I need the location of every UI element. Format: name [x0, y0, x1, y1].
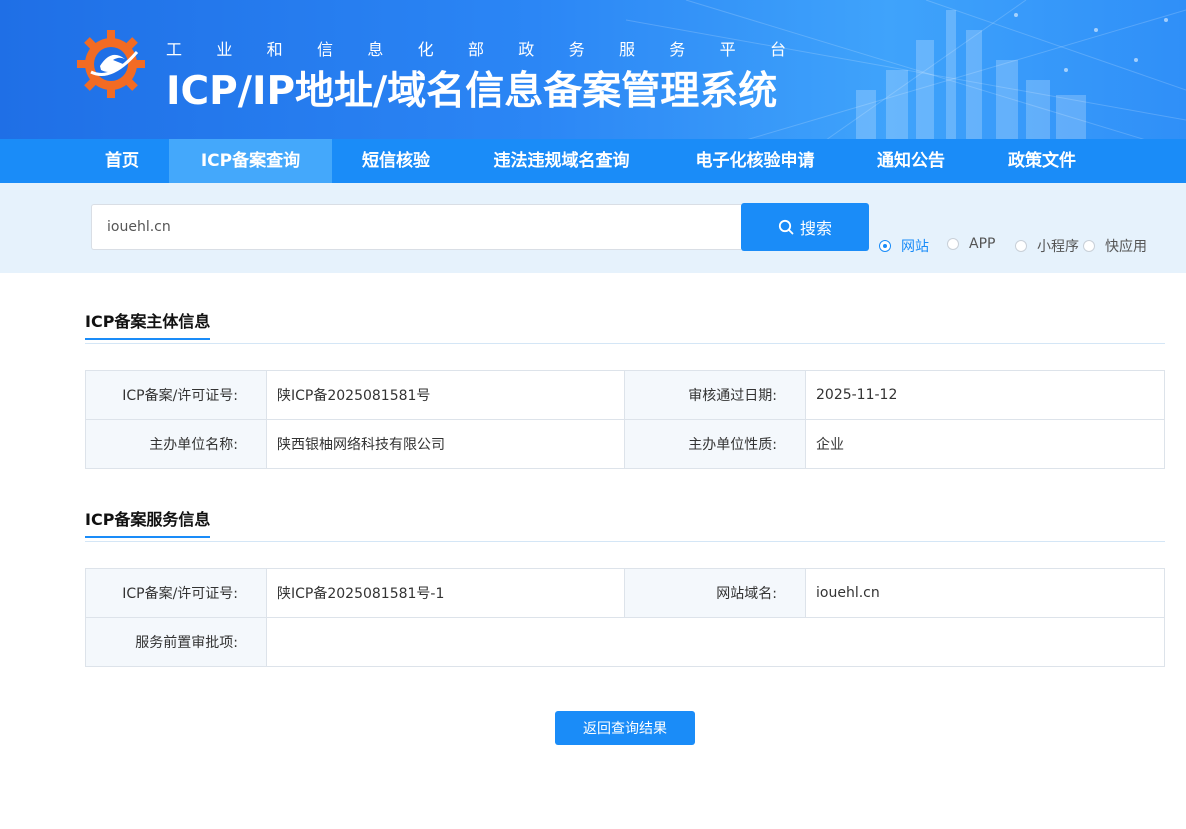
table-row: 主办单位名称: 陕西银柚网络科技有限公司 主办单位性质: 企业 [85, 419, 1165, 469]
search-input[interactable] [91, 204, 741, 250]
header-subtitle: 工 业 和 信 息 化 部 政 务 服 务 平 台 [166, 40, 786, 59]
license-key: ICP备案/许可证号: [85, 370, 267, 420]
miit-gear-logo [77, 30, 145, 98]
radio-unchecked-icon [947, 238, 959, 250]
org-name-value: 陕西银柚网络科技有限公司 [266, 419, 625, 469]
subject-section-divider [85, 343, 1165, 344]
domain-key: 网站域名: [624, 568, 806, 618]
subject-info-table: ICP备案/许可证号: 陕ICP备2025081581号 审核通过日期: 202… [85, 370, 1165, 469]
search-button-label: 搜索 [799, 219, 832, 238]
nav-electronic-verify[interactable]: 电子化核验申请 [663, 139, 847, 183]
nav-notices[interactable]: 通知公告 [847, 139, 975, 183]
org-name-key: 主办单位名称: [85, 419, 267, 469]
nav-policy-docs[interactable]: 政策文件 [975, 139, 1109, 183]
subject-section-title: ICP备案主体信息 [85, 308, 211, 340]
radio-unchecked-icon [1015, 240, 1027, 252]
search-band: 搜索 网站 APP 小程序 快应用 [0, 183, 1186, 273]
nav-sms-verify[interactable]: 短信核验 [332, 139, 460, 183]
back-to-results-button[interactable]: 返回查询结果 [555, 711, 695, 745]
radio-checked-icon [879, 240, 891, 252]
radio-app[interactable]: APP [947, 236, 995, 252]
service-section-title: ICP备案服务信息 [85, 506, 211, 538]
radio-app-label: APP [969, 236, 996, 252]
service-license-key: ICP备案/许可证号: [85, 568, 267, 618]
service-section-divider [85, 541, 1165, 542]
nav-illegal-domain-query[interactable]: 违法违规域名查询 [460, 139, 663, 183]
approval-date-value: 2025-11-12 [805, 370, 1165, 420]
main-nav: 首页 ICP备案查询 短信核验 违法违规域名查询 电子化核验申请 通知公告 政策… [0, 139, 1186, 183]
system-title: ICP/IP地址/域名信息备案管理系统 [166, 69, 778, 114]
table-row: ICP备案/许可证号: 陕ICP备2025081581号-1 网站域名: iou… [85, 568, 1165, 618]
approval-date-key: 审核通过日期: [624, 370, 806, 420]
pre-approval-key: 服务前置审批项: [85, 617, 267, 667]
org-nature-key: 主办单位性质: [624, 419, 806, 469]
pre-approval-value [266, 617, 1165, 667]
radio-website[interactable]: 网站 [879, 236, 929, 256]
org-nature-value: 企业 [805, 419, 1165, 469]
table-row: 服务前置审批项: [85, 617, 1165, 667]
site-header: 工 业 和 信 息 化 部 政 务 服 务 平 台 ICP/IP地址/域名信息备… [0, 0, 1186, 140]
license-value: 陕ICP备2025081581号 [266, 370, 625, 420]
domain-value: iouehl.cn [805, 568, 1165, 618]
radio-quick-app[interactable]: 快应用 [1083, 236, 1147, 256]
radio-website-label: 网站 [901, 239, 929, 255]
radio-mini-program[interactable]: 小程序 [1015, 236, 1079, 256]
search-icon [778, 219, 794, 235]
radio-unchecked-icon [1083, 240, 1095, 252]
nav-home[interactable]: 首页 [75, 139, 169, 183]
search-button[interactable]: 搜索 [741, 203, 869, 251]
service-license-value: 陕ICP备2025081581号-1 [266, 568, 625, 618]
table-row: ICP备案/许可证号: 陕ICP备2025081581号 审核通过日期: 202… [85, 370, 1165, 420]
nav-icp-query[interactable]: ICP备案查询 [169, 139, 332, 183]
radio-mini-program-label: 小程序 [1037, 239, 1079, 255]
service-info-table: ICP备案/许可证号: 陕ICP备2025081581号-1 网站域名: iou… [85, 568, 1165, 667]
radio-quick-app-label: 快应用 [1105, 239, 1147, 255]
